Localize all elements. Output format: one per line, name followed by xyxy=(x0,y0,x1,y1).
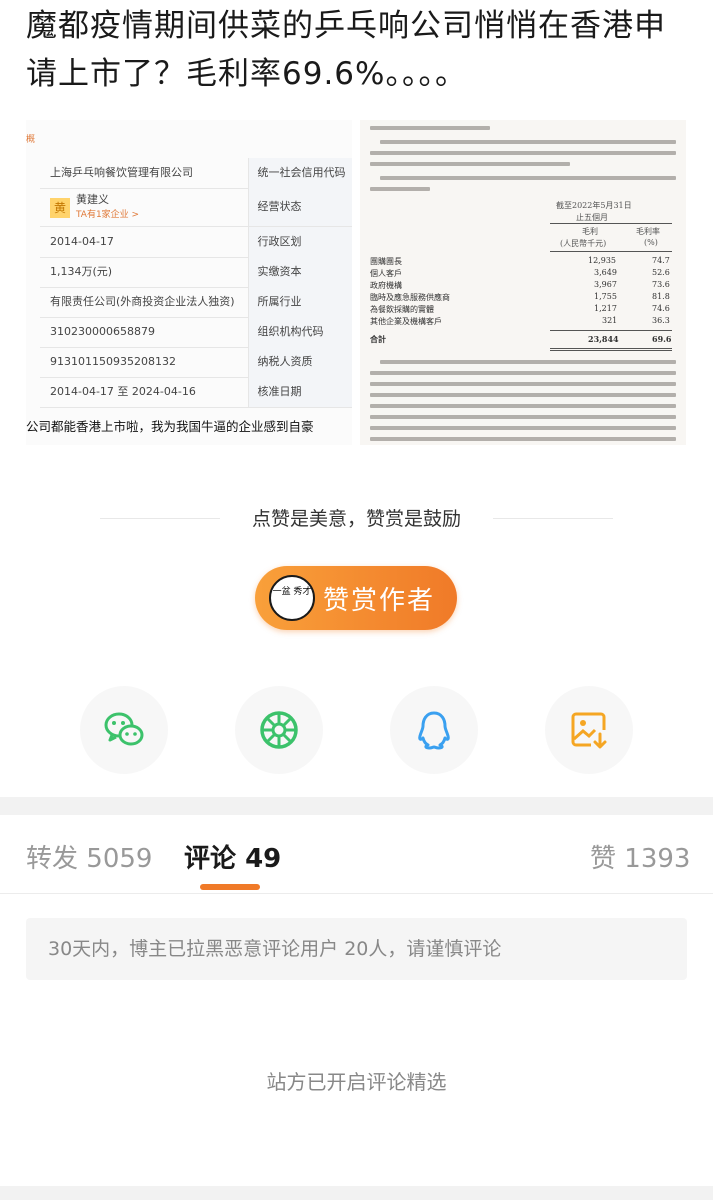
table-row: 個人客戶 3,649 52.6 xyxy=(370,268,670,278)
col-unit-1: (人民幣千元) xyxy=(560,239,607,248)
info-row: 黄黄建义 TA有1家企业 > 经营状态 xyxy=(40,188,352,227)
table-total-row: 合計 23,844 69.6 xyxy=(370,334,672,344)
comment-blocklist-notice: 30天内，博主已拉黑恶意评论用户 20人，请谨慎评论 xyxy=(26,918,687,980)
reward-slogan: 点赞是美意，赞赏是鼓励 xyxy=(251,508,461,530)
tab-likes[interactable]: 赞 1393 xyxy=(590,838,690,875)
moments-icon xyxy=(260,711,298,749)
save-image-button[interactable] xyxy=(545,686,633,774)
info-row: 有限责任公司(外商投资企业法人独资) 所属行业 xyxy=(40,287,352,318)
post-image-prospectus[interactable]: 截至2022年5月31日 止五個月 毛利 毛利率 (人民幣千元) (%) 團購團… xyxy=(360,120,686,445)
comment-curation-note: 站方已开启评论精选 xyxy=(266,1070,447,1094)
table-row: 臨時及應急服務供應商 1,755 81.8 xyxy=(370,292,670,302)
post-image-company-info[interactable]: 概 上海乒乓响餐饮管理有限公司 统一社会信用代码 黄黄建义 TA有1家企业 > 经营… xyxy=(26,120,352,445)
table-row: 為餐飲採購的實體 1,217 74.6 xyxy=(370,304,670,314)
info-row: 2014-04-17 行政区划 xyxy=(40,227,352,258)
tab-comments[interactable]: 评论 49 xyxy=(184,838,281,875)
info-row: 913101150935208132 纳税人资质 xyxy=(40,347,352,378)
info-row: 2014-04-17 至 2024-04-16 核准日期 xyxy=(40,377,352,408)
col-unit-2: (%) xyxy=(644,238,658,247)
info-row: 上海乒乓响餐饮管理有限公司 统一社会信用代码 xyxy=(40,158,352,189)
col-header-gross-profit: 毛利 xyxy=(582,227,598,236)
bottom-bar xyxy=(0,1186,713,1200)
author-avatar: 一盆 秀才 xyxy=(269,575,315,621)
post-title: 魔都疫情期间供菜的乒乓响公司悄悄在香港申请上市了？毛利率69.6%。。。。 xyxy=(26,8,666,92)
save-image-icon xyxy=(571,712,607,749)
wechat-icon xyxy=(104,712,144,746)
share-moments-button[interactable] xyxy=(235,686,323,774)
table-row: 其他企業及機構客戶 321 36.3 xyxy=(370,316,670,326)
info-row: 310230000658879 组织机构代码 xyxy=(40,317,352,348)
table-heading: 截至2022年5月31日 xyxy=(556,201,632,210)
qq-icon xyxy=(418,711,450,750)
info-row: 1,134万(元) 实缴资本 xyxy=(40,257,352,288)
tab-repost[interactable]: 转发 5059 xyxy=(26,838,152,875)
reward-button-label: 赞赏作者 xyxy=(323,586,436,616)
share-wechat-button[interactable] xyxy=(80,686,168,774)
table-row: 政府機構 3,967 73.6 xyxy=(370,280,670,290)
section-separator xyxy=(0,797,713,815)
col-header-gross-margin: 毛利率 xyxy=(636,227,660,236)
reward-author-button[interactable]: 一盆 秀才 赞赏作者 xyxy=(255,566,457,630)
image-corner-label: 概 xyxy=(26,135,36,145)
legal-rep-avatar: 黄 xyxy=(50,197,70,218)
table-row: 團購團長 12,935 74.7 xyxy=(370,256,670,266)
share-qq-button[interactable] xyxy=(390,686,478,774)
active-tab-indicator xyxy=(200,884,260,890)
table-subheading: 止五個月 xyxy=(576,213,608,222)
tab-divider xyxy=(0,893,713,894)
image-caption: 公司都能香港上市啦，我为我国牛逼的企业感到自豪 xyxy=(26,419,314,434)
